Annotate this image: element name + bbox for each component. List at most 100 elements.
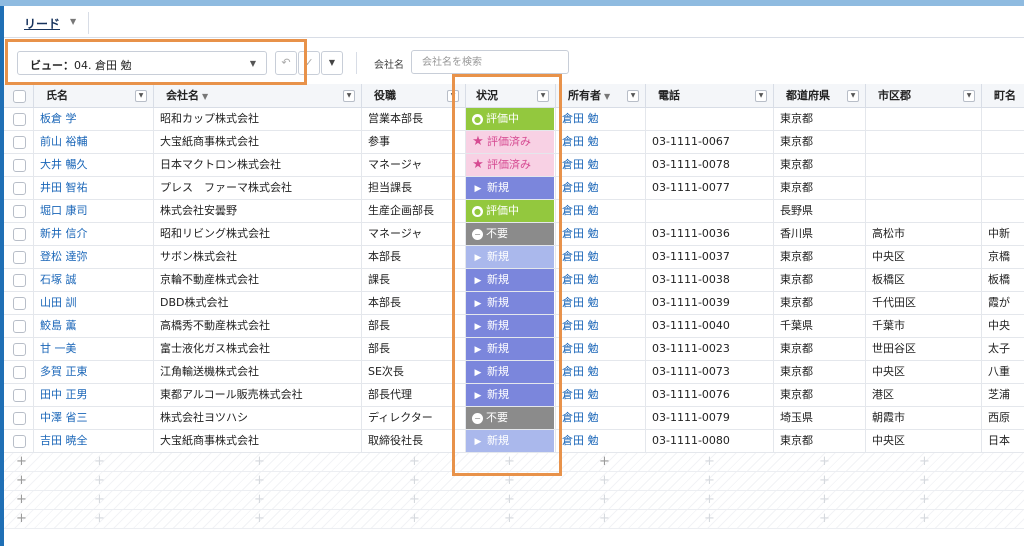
undo-button[interactable]: ↶: [275, 51, 297, 75]
cell-title[interactable]: SE次長: [362, 361, 466, 383]
cell-town[interactable]: 西原: [982, 407, 1024, 429]
table-row[interactable]: 堀口 康司 株式会社安曇野 生産企画部長 ● 評価中 倉田 勉長野県: [4, 200, 1024, 223]
cell-owner[interactable]: 倉田 勉: [556, 108, 646, 130]
add-row-icon[interactable]: +: [504, 512, 515, 526]
add-row-icon[interactable]: +: [409, 512, 420, 526]
name-link[interactable]: 新井 信介: [40, 227, 88, 240]
name-link[interactable]: 中澤 省三: [40, 411, 88, 424]
cell-town[interactable]: [982, 108, 1024, 130]
col-header-prefecture[interactable]: 都道府県 ▼: [774, 84, 866, 107]
row-checkbox-cell[interactable]: [4, 177, 34, 199]
cell-pref[interactable]: 千葉県: [774, 315, 866, 337]
status-cell[interactable]: ▶ 新規: [466, 384, 556, 406]
row-checkbox[interactable]: [13, 205, 26, 218]
table-row[interactable]: 石塚 誠 京輪不動産株式会社 課長 ▶ 新規 倉田 勉 03-1111-0038 東京都 板橋区…: [4, 269, 1024, 292]
cell-city[interactable]: [866, 131, 982, 153]
status-cell[interactable]: − 不要: [466, 223, 556, 245]
cell-town[interactable]: 太子: [982, 338, 1024, 360]
owner-link[interactable]: 倉田 勉: [562, 296, 599, 309]
cell-owner[interactable]: 倉田 勉: [556, 338, 646, 360]
row-checkbox-cell[interactable]: [4, 269, 34, 291]
cell-pref[interactable]: 東京都: [774, 246, 866, 268]
cell-phone[interactable]: 03-1111-0073: [646, 361, 774, 383]
status-badge[interactable]: − 不要: [466, 223, 554, 245]
cell-town[interactable]: [982, 154, 1024, 176]
cell-pref[interactable]: 東京都: [774, 338, 866, 360]
tab-leads[interactable]: リード: [24, 15, 60, 32]
view-menu-button[interactable]: ▼: [321, 51, 343, 75]
row-checkbox[interactable]: [13, 389, 26, 402]
col-header-name[interactable]: 氏名 ▼: [34, 84, 154, 107]
add-row-icon[interactable]: +: [704, 474, 715, 488]
status-badge[interactable]: ▶ 新規: [466, 361, 554, 383]
name-link[interactable]: 吉田 暁全: [40, 434, 88, 447]
cell-company[interactable]: 京輪不動産株式会社: [154, 269, 362, 291]
cell-pref[interactable]: 長野県: [774, 200, 866, 222]
cell-company[interactable]: 富士液化ガス株式会社: [154, 338, 362, 360]
owner-link[interactable]: 倉田 勉: [562, 227, 599, 240]
table-row[interactable]: 甘 一美 富士液化ガス株式会社 部長 ▶ 新規 倉田 勉 03-1111-0023 東京都 世田…: [4, 338, 1024, 361]
cell-company[interactable]: DBD株式会社: [154, 292, 362, 314]
add-row-icon[interactable]: +: [919, 455, 930, 469]
add-row-icon[interactable]: +: [819, 512, 830, 526]
cell-title[interactable]: 課長: [362, 269, 466, 291]
cell-owner[interactable]: 倉田 勉: [556, 131, 646, 153]
status-cell[interactable]: − 不要: [466, 407, 556, 429]
add-row-icon[interactable]: +: [819, 455, 830, 469]
cell-pref[interactable]: 東京都: [774, 131, 866, 153]
row-checkbox-cell[interactable]: [4, 430, 34, 452]
row-checkbox-cell[interactable]: [4, 200, 34, 222]
cell-phone[interactable]: [646, 108, 774, 130]
cell-owner[interactable]: 倉田 勉: [556, 361, 646, 383]
status-cell[interactable]: ▶ 新規: [466, 292, 556, 314]
cell-city[interactable]: 高松市: [866, 223, 982, 245]
column-menu-icon[interactable]: ▼: [343, 90, 355, 102]
cell-city[interactable]: 中央区: [866, 361, 982, 383]
table-row[interactable]: 田中 正男 東都アルコール販売株式会社 部長代理 ▶ 新規 倉田 勉 03-1111-007…: [4, 384, 1024, 407]
column-menu-icon[interactable]: ▼: [755, 90, 767, 102]
add-row-icon[interactable]: +: [919, 493, 930, 507]
row-checkbox-cell[interactable]: [4, 292, 34, 314]
add-row-icon[interactable]: +: [16, 455, 27, 469]
status-cell[interactable]: ▶ 新規: [466, 246, 556, 268]
status-badge[interactable]: ● 評価中: [466, 108, 554, 130]
status-badge[interactable]: ▶ 新規: [466, 315, 554, 337]
table-row[interactable]: 板倉 学昭和カップ株式会社 営業本部長 ● 評価中 倉田 勉東京都: [4, 108, 1024, 131]
cell-name[interactable]: 田中 正男: [34, 384, 154, 406]
name-link[interactable]: 登松 達弥: [40, 250, 88, 263]
cell-name[interactable]: 鮫島 薫: [34, 315, 154, 337]
add-row-icon[interactable]: +: [409, 455, 420, 469]
cell-town[interactable]: 京橋: [982, 246, 1024, 268]
table-row[interactable]: 井田 智祐 プレス ファーマ株式会社 担当課長 ▶ 新規 倉田 勉 03-1111-0077…: [4, 177, 1024, 200]
table-row[interactable]: 多賀 正東 江角輸送機株式会社 SE次長 ▶ 新規 倉田 勉 03-1111-0073 東京都…: [4, 361, 1024, 384]
status-cell[interactable]: ▶ 新規: [466, 430, 556, 452]
row-checkbox[interactable]: [13, 159, 26, 172]
cell-town[interactable]: [982, 200, 1024, 222]
owner-link[interactable]: 倉田 勉: [562, 204, 599, 217]
cell-owner[interactable]: 倉田 勉: [556, 154, 646, 176]
row-checkbox[interactable]: [13, 136, 26, 149]
status-badge[interactable]: ★ 評価済み: [466, 154, 554, 176]
sort-icon[interactable]: ▼: [202, 92, 208, 101]
add-row-icon[interactable]: +: [94, 455, 105, 469]
add-row-icon[interactable]: +: [704, 512, 715, 526]
cell-owner[interactable]: 倉田 勉: [556, 430, 646, 452]
status-badge[interactable]: ▶ 新規: [466, 338, 554, 360]
cell-phone[interactable]: 03-1111-0036: [646, 223, 774, 245]
row-checkbox[interactable]: [13, 366, 26, 379]
cell-city[interactable]: [866, 154, 982, 176]
owner-link[interactable]: 倉田 勉: [562, 158, 599, 171]
sort-icon[interactable]: ▼: [604, 92, 610, 101]
cell-title[interactable]: 本部長: [362, 246, 466, 268]
cell-town[interactable]: 中央: [982, 315, 1024, 337]
table-row[interactable]: 登松 達弥 サボン株式会社 本部長 ▶ 新規 倉田 勉 03-1111-0037 東京都 中央区…: [4, 246, 1024, 269]
cell-owner[interactable]: 倉田 勉: [556, 269, 646, 291]
add-row-icon[interactable]: +: [919, 474, 930, 488]
empty-add-row[interactable]: + + + + + + + + +: [4, 453, 1024, 472]
add-row-icon[interactable]: +: [919, 512, 930, 526]
cell-town[interactable]: 日本: [982, 430, 1024, 452]
cell-title[interactable]: 本部長: [362, 292, 466, 314]
cell-owner[interactable]: 倉田 勉: [556, 200, 646, 222]
add-row-icon[interactable]: +: [504, 493, 515, 507]
status-cell[interactable]: ▶ 新規: [466, 269, 556, 291]
